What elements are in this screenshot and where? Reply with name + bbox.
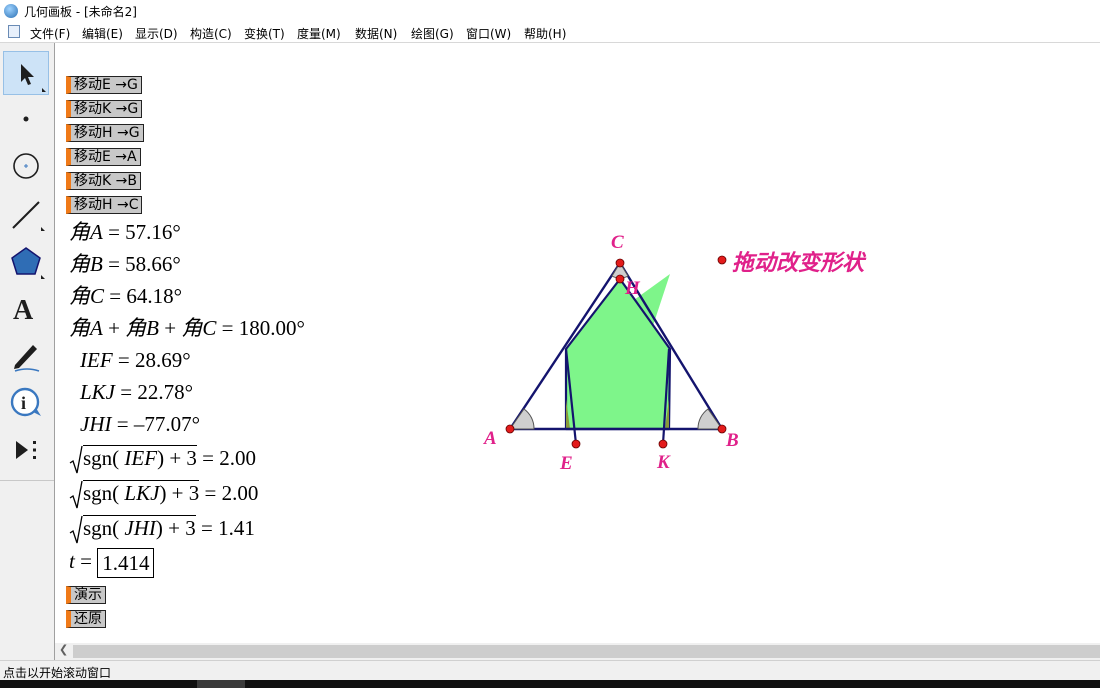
svg-text:A: A xyxy=(13,295,34,326)
sketch-canvas[interactable]: 移动E →G 移动K →G 移动H →G 移动E →A 移动K →B 移动H →… xyxy=(55,43,1100,643)
menu-window[interactable]: 窗口(W) xyxy=(466,25,511,42)
window-title: 几何画板 - [未命名2] xyxy=(24,5,137,19)
menu-data[interactable]: 数据(N) xyxy=(355,25,397,42)
label-e: E xyxy=(559,453,573,474)
play-menu-icon xyxy=(16,441,36,459)
point-a[interactable] xyxy=(505,424,515,434)
marker-tool[interactable] xyxy=(3,333,49,377)
menu-measure[interactable]: 度量(M) xyxy=(297,25,341,42)
label-b: B xyxy=(725,430,739,451)
point-icon xyxy=(23,116,29,122)
compass-tool[interactable] xyxy=(3,143,49,187)
circle-icon xyxy=(13,153,39,179)
text-tool[interactable]: A xyxy=(3,286,49,330)
taskbar xyxy=(0,680,1100,688)
title-bar: 几何画板 - [未命名2] xyxy=(0,0,1100,22)
text-a-icon: A xyxy=(13,295,34,326)
information-icon: i xyxy=(10,387,41,417)
polygon-tool[interactable] xyxy=(3,239,49,283)
scrollbar-thumb[interactable] xyxy=(73,645,1100,658)
menu-construct[interactable]: 构造(C) xyxy=(190,25,232,42)
arrow-select-tool[interactable] xyxy=(3,51,49,95)
label-h: H xyxy=(624,278,641,299)
menu-display[interactable]: 显示(D) xyxy=(135,25,178,42)
point-k[interactable] xyxy=(658,439,668,449)
pen-marker-icon xyxy=(14,345,40,372)
svg-text:i: i xyxy=(21,393,26,413)
app-logo-icon xyxy=(4,4,18,18)
drag-change-shape-label: 拖动改变形状 xyxy=(732,250,865,275)
line-segment-icon xyxy=(12,201,45,231)
point-tool[interactable] xyxy=(3,97,49,141)
scroll-left-arrow-icon[interactable]: ❮ xyxy=(59,643,68,656)
menu-bar: 文件(F) 编辑(E) 显示(D) 构造(C) 变换(T) 度量(M) 数据(N… xyxy=(0,22,1100,43)
arrow-cursor-icon xyxy=(21,64,46,92)
point-h[interactable] xyxy=(615,274,625,284)
menu-transform[interactable]: 变换(T) xyxy=(244,25,285,42)
label-c: C xyxy=(611,232,624,253)
straightedge-tool[interactable] xyxy=(3,191,49,235)
menu-edit[interactable]: 编辑(E) xyxy=(82,25,123,42)
taskbar-item[interactable] xyxy=(197,680,245,688)
point-b[interactable] xyxy=(717,424,727,434)
menu-graph[interactable]: 绘图(G) xyxy=(411,25,454,42)
angle-mark-b xyxy=(697,408,723,430)
pentagon-icon xyxy=(11,247,45,279)
toolbox-divider xyxy=(0,480,54,481)
information-tool[interactable]: i xyxy=(3,380,49,424)
horizontal-scrollbar[interactable]: ❮ xyxy=(55,643,1100,660)
drag-point[interactable] xyxy=(717,255,727,265)
point-c[interactable] xyxy=(615,258,625,268)
document-icon[interactable] xyxy=(8,25,20,38)
status-bar: 点击以开始滚动窗口 xyxy=(0,660,1100,681)
menu-file[interactable]: 文件(F) xyxy=(30,25,70,42)
toolbox: A i xyxy=(0,43,55,660)
status-text: 点击以开始滚动窗口 xyxy=(3,666,112,680)
custom-tools[interactable] xyxy=(3,428,49,472)
menu-help[interactable]: 帮助(H) xyxy=(524,25,566,42)
label-a: A xyxy=(483,428,497,449)
point-e[interactable] xyxy=(571,439,581,449)
label-k: K xyxy=(656,452,671,473)
angle-mark-a xyxy=(509,408,535,430)
geometry-figure[interactable]: A B C H E K xyxy=(55,43,1100,643)
